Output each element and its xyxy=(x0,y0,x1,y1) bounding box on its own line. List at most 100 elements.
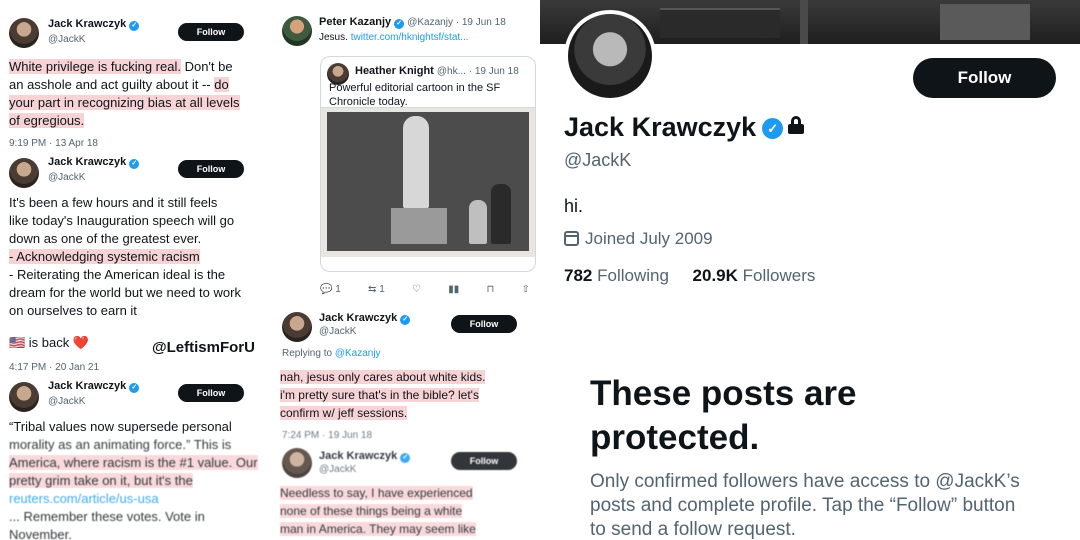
banner-shape xyxy=(660,8,780,38)
avatar[interactable] xyxy=(9,18,39,48)
author-handle: @JackK xyxy=(319,464,357,475)
profile-panel: Follow Jack Krawczyk ✓ @JackK hi. Joined … xyxy=(540,0,1080,540)
cartoon-figure xyxy=(469,200,487,244)
tweet-timestamp[interactable]: 9:19 PM · 13 Apr 18 xyxy=(9,138,98,149)
tweet-text-line: morality as an animating force.” This is xyxy=(9,437,232,452)
tweet-text: It's been a few hours and it still feels… xyxy=(9,194,271,320)
tweet-link[interactable]: reuters.com/article/us-usa xyxy=(9,491,159,506)
follow-button[interactable]: Follow xyxy=(178,384,244,402)
statue-pedestal xyxy=(391,208,447,244)
tweet-collage: Jack Krawczyk ✓ @JackK Follow White privi… xyxy=(0,0,540,540)
protected-posts-message: Only confirmed followers have access to … xyxy=(590,471,1020,540)
verified-badge-icon: ✓ xyxy=(129,159,140,169)
avatar[interactable] xyxy=(282,312,312,342)
verified-badge-icon: ✓ xyxy=(400,315,411,325)
follow-button[interactable]: Follow xyxy=(451,452,517,470)
author-name[interactable]: Peter Kazanjy ✓ @Kazanjy · 19 Jun 18 xyxy=(319,16,506,29)
editorial-cartoon-image[interactable] xyxy=(321,107,535,257)
verified-badge-icon: ✓ xyxy=(400,453,411,463)
quoted-tweet[interactable]: Heather Knight @hk... · 19 Jun 18 Powerf… xyxy=(320,56,536,272)
banner-shape xyxy=(800,0,808,44)
author-handle: @JackK xyxy=(48,172,86,183)
reply-target-link[interactable]: @Kazanjy xyxy=(335,348,381,359)
banner-shape xyxy=(940,4,1030,40)
author-name[interactable]: Jack Krawczyk ✓ xyxy=(48,156,140,169)
cartoon-figure xyxy=(491,184,511,244)
tweet-text: nah, jesus only cares about white kids. … xyxy=(280,368,538,422)
avatar[interactable] xyxy=(282,448,312,478)
tweet-text-line: ... Remember these votes. Vote in xyxy=(9,509,205,524)
tweet-text-line: Don't be xyxy=(180,59,233,74)
retweet-icon[interactable]: ⇆ 1 xyxy=(368,284,385,295)
author-name[interactable]: Jack Krawczyk ✓ xyxy=(319,450,411,463)
tweet-text-line: dream for the world but we need to work xyxy=(9,285,241,300)
follow-button[interactable]: Follow xyxy=(178,160,244,178)
tweet-actions: 💬 1 ⇆ 1 ♡ ▮▮ ⊓ ⇧ xyxy=(320,284,530,295)
highlighted-text: man in America. They may seem like xyxy=(280,522,476,536)
tweet-text-line: November. xyxy=(9,527,72,540)
statue-figure xyxy=(403,116,429,208)
replying-to: Replying to @Kazanjy xyxy=(282,348,381,359)
tweet-text-line: - Reiterating the American ideal is the xyxy=(9,267,226,282)
collage-column-right: Peter Kazanjy ✓ @Kazanjy · 19 Jun 18 Jesu… xyxy=(276,0,540,540)
highlighted-text: your part in recognizing bias at all lev… xyxy=(9,95,240,110)
follow-button[interactable]: Follow xyxy=(178,23,244,41)
profile-name: Jack Krawczyk ✓ xyxy=(564,112,805,143)
highlighted-text: i'm pretty sure that's in the bible? let… xyxy=(280,388,479,402)
tweet-inauguration: Jack Krawczyk ✓ @JackK Follow It's been a… xyxy=(0,152,272,373)
avatar[interactable] xyxy=(9,158,39,188)
tweet-text-line: like today's Inauguration speech will go xyxy=(9,213,235,228)
author-name[interactable]: Jack Krawczyk ✓ xyxy=(48,380,140,393)
lock-icon xyxy=(788,116,805,134)
avatar[interactable] xyxy=(9,382,39,412)
author-handle: @JackK xyxy=(319,326,357,337)
author-handle: @JackK xyxy=(48,34,86,45)
collage-column-left: Jack Krawczyk ✓ @JackK Follow White privi… xyxy=(0,0,272,540)
highlighted-text: none of these things being a white xyxy=(280,504,463,518)
tweet-text-line: on ourselves to earn it xyxy=(9,303,137,318)
profile-stats: 782 Following 20.9K Followers xyxy=(564,266,815,286)
highlighted-text: pretty grim take on it, but it's the xyxy=(9,473,193,488)
tweet-tribal-values: Jack Krawczyk ✓ @JackK Follow “Tribal val… xyxy=(0,376,272,540)
tweet-text: Powerful editorial cartoon in the SF Chr… xyxy=(329,81,500,109)
avatar[interactable] xyxy=(282,16,312,46)
highlighted-text: Needless to say, I have experienced xyxy=(280,486,473,500)
verified-badge-icon: ✓ xyxy=(129,21,140,31)
watermark: @LeftismForU xyxy=(152,339,255,356)
tweet-text-line: down as one of the greatest ever. xyxy=(9,231,202,246)
author-handle: @hk... · 19 Jun 18 xyxy=(436,66,519,77)
follow-button[interactable]: Follow xyxy=(451,315,517,333)
tweet-text-line: an asshole and act guilty about it -- xyxy=(9,77,215,92)
tweet-timestamp[interactable]: 4:17 PM · 20 Jan 21 xyxy=(9,362,99,373)
author-name: Heather Knight @hk... · 19 Jun 18 xyxy=(355,65,519,77)
tweet-text: Jesus. twitter.com/hknightsf/stat... xyxy=(319,32,469,43)
author-name[interactable]: Jack Krawczyk ✓ xyxy=(48,18,140,31)
tweet-text: “Tribal values now supersede personal mo… xyxy=(9,418,271,540)
tweet-timestamp[interactable]: 7:24 PM · 19 Jun 18 xyxy=(282,430,372,441)
profile-avatar[interactable] xyxy=(564,10,656,102)
tweet-link[interactable]: twitter.com/hknightsf/stat... xyxy=(351,32,469,43)
views-icon[interactable]: ▮▮ xyxy=(448,284,459,295)
author-handle: @JackK xyxy=(48,396,86,407)
profile-handle: @JackK xyxy=(564,150,632,170)
highlighted-text: nah, jesus only cares about white kids. xyxy=(280,370,486,384)
bookmark-icon[interactable]: ⊓ xyxy=(487,284,495,295)
follow-button[interactable]: Follow xyxy=(913,58,1056,98)
reply-icon[interactable]: 💬 1 xyxy=(320,284,341,295)
tweet-white-privilege: Jack Krawczyk ✓ @JackK Follow White privi… xyxy=(0,14,272,149)
author-name[interactable]: Jack Krawczyk ✓ xyxy=(319,312,411,325)
highlighted-text: of egregious. xyxy=(9,113,85,128)
highlighted-text: confirm w/ jeff sessions. xyxy=(280,406,408,420)
tweet-text-line: 🇺🇸 is back ❤️ xyxy=(9,335,90,350)
highlighted-text: White privilege is fucking real. xyxy=(9,59,181,74)
profile-name-text: Jack Krawczyk xyxy=(564,112,757,142)
highlighted-text: do xyxy=(214,77,229,92)
followers-link[interactable]: 20.9K Followers xyxy=(693,266,816,285)
following-link[interactable]: 782 Following xyxy=(564,266,669,285)
highlighted-text: - Acknowledging systemic racism xyxy=(9,249,200,264)
calendar-icon xyxy=(564,231,579,246)
share-icon[interactable]: ⇧ xyxy=(522,284,530,295)
tweet-text-line: Powerful editorial cartoon in the SF xyxy=(329,82,501,94)
verified-badge-icon[interactable]: ✓ xyxy=(762,118,784,139)
like-icon[interactable]: ♡ xyxy=(412,284,421,295)
